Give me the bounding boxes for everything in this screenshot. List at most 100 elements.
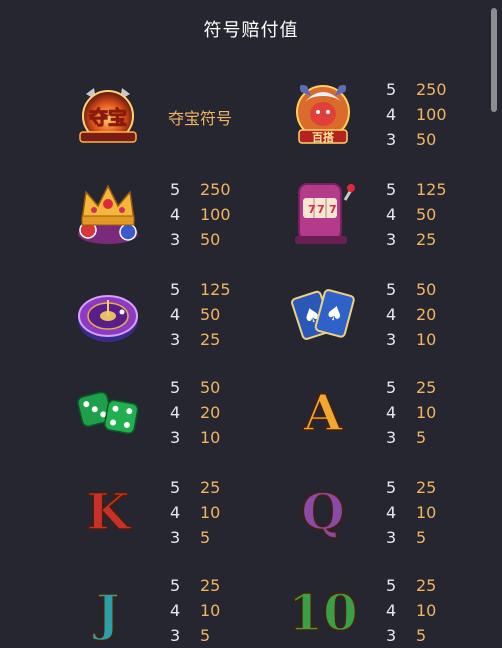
pay-count: 3 xyxy=(170,428,181,447)
pay-count: 3 xyxy=(170,330,181,349)
wild-icon-text: 百搭 xyxy=(312,130,335,144)
pay-count: 4 xyxy=(386,503,397,522)
pay-value: 25 xyxy=(416,230,437,249)
paytable-slot-machine: 5 125 4 50 3 25 xyxy=(386,177,447,252)
pay-value: 10 xyxy=(416,403,437,422)
pay-count: 4 xyxy=(170,403,181,422)
paytable-number-10: 5 25 4 10 35 xyxy=(386,573,436,648)
pay-value: 10 xyxy=(200,503,221,522)
pay-row: 3 10 xyxy=(386,327,436,352)
pay-row: 35 xyxy=(386,623,436,648)
pay-count: 4 xyxy=(386,305,397,324)
pay-row: 5 25 xyxy=(386,573,436,598)
pay-count: 4 xyxy=(386,105,397,124)
pay-row: 5 250 xyxy=(170,177,231,202)
paytable-cards: 5 50 4 20 3 10 xyxy=(386,277,436,352)
pay-count: 5 xyxy=(386,180,397,199)
pay-value: 125 xyxy=(416,180,447,199)
pay-row: 3 50 xyxy=(170,227,231,252)
pay-row: 5 125 xyxy=(386,177,447,202)
playing-cards-icon: ♠ ♠ xyxy=(287,278,359,350)
pay-count: 4 xyxy=(386,205,397,224)
crown-chips-icon xyxy=(72,178,144,250)
scrollbar-thumb[interactable] xyxy=(491,8,497,112)
pay-row: 3 10 xyxy=(170,425,220,450)
pay-value: 25 xyxy=(200,330,221,349)
pay-row: 4 10 xyxy=(386,400,436,425)
pay-value: 10 xyxy=(416,601,437,620)
pay-row: 5 125 xyxy=(170,277,231,302)
svg-text:7: 7 xyxy=(329,203,337,216)
pay-row: 35 xyxy=(386,425,436,450)
pay-value: 5 xyxy=(416,626,427,645)
number-10-icon: 10 xyxy=(287,582,358,643)
pay-count: 4 xyxy=(170,503,181,522)
pay-count: 3 xyxy=(386,428,397,447)
pay-value: 100 xyxy=(200,205,231,224)
pay-row: 4 10 xyxy=(386,500,436,525)
pay-value: 5 xyxy=(416,528,427,547)
pay-value: 100 xyxy=(416,105,447,124)
pay-row: 5 250 xyxy=(386,77,447,102)
page-title: 符号赔付值 xyxy=(203,20,299,41)
pay-value: 10 xyxy=(416,330,437,349)
paytable-crown: 5 250 4 100 3 50 xyxy=(170,177,231,252)
pay-count: 4 xyxy=(170,601,181,620)
pay-count: 3 xyxy=(386,130,397,149)
pay-row: 5 25 xyxy=(170,573,220,598)
pay-value: 125 xyxy=(200,280,231,299)
bonus-label: 夺宝符号 xyxy=(168,109,233,128)
pay-value: 250 xyxy=(200,180,231,199)
pay-count: 3 xyxy=(386,626,397,645)
scrollbar[interactable] xyxy=(490,0,498,642)
pay-row: 5 25 xyxy=(386,375,436,400)
pay-value: 10 xyxy=(200,428,221,447)
pay-value: 20 xyxy=(200,403,221,422)
pay-value: 5 xyxy=(200,626,211,645)
bonus-treasure-icon: 夺宝 xyxy=(72,80,144,152)
pay-value: 50 xyxy=(200,230,221,249)
pay-row: 5 25 xyxy=(386,475,436,500)
letter-j-icon: J xyxy=(95,582,120,643)
pay-count: 3 xyxy=(170,230,181,249)
pay-value: 50 xyxy=(200,378,221,397)
pay-value: 50 xyxy=(416,205,437,224)
pay-count: 3 xyxy=(170,528,181,547)
pay-value: 25 xyxy=(416,478,437,497)
paytable-wild: 5 250 4 100 3 50 xyxy=(386,77,447,152)
pay-value: 5 xyxy=(200,528,211,547)
pay-count: 5 xyxy=(386,576,397,595)
letter-k-icon: K xyxy=(86,481,131,542)
pay-row: 4 50 xyxy=(386,202,447,227)
pay-row: 5 50 xyxy=(386,277,436,302)
pay-value: 25 xyxy=(200,576,221,595)
pay-row: 3 25 xyxy=(386,227,447,252)
pay-count: 5 xyxy=(386,378,397,397)
pay-row: 4 10 xyxy=(386,598,436,623)
pay-value: 25 xyxy=(416,576,437,595)
pay-value: 25 xyxy=(200,478,221,497)
pay-row: 4 100 xyxy=(170,202,231,227)
slot-machine-icon: 7 7 7 xyxy=(287,178,359,250)
pay-count: 5 xyxy=(170,180,181,199)
pay-row: 35 xyxy=(386,525,436,550)
paytable-letter-j: 5 25 4 10 35 xyxy=(170,573,220,648)
pay-count: 3 xyxy=(386,528,397,547)
pay-row: 4 20 xyxy=(170,400,220,425)
pay-value: 50 xyxy=(416,130,437,149)
pay-value: 20 xyxy=(416,305,437,324)
paytable-letter-k: 5 25 4 10 35 xyxy=(170,475,220,550)
pay-count: 3 xyxy=(386,330,397,349)
pay-count: 5 xyxy=(386,80,397,99)
pay-row: 4 10 xyxy=(170,500,220,525)
pay-row: 5 25 xyxy=(170,475,220,500)
pay-count: 4 xyxy=(386,403,397,422)
pay-count: 5 xyxy=(386,478,397,497)
pay-count: 5 xyxy=(170,576,181,595)
pay-count: 5 xyxy=(386,280,397,299)
pay-value: 10 xyxy=(416,503,437,522)
letter-q-icon: Q xyxy=(300,481,345,542)
roulette-icon xyxy=(72,278,144,350)
pay-row: 35 xyxy=(170,623,220,648)
pay-row: 3 25 xyxy=(170,327,231,352)
